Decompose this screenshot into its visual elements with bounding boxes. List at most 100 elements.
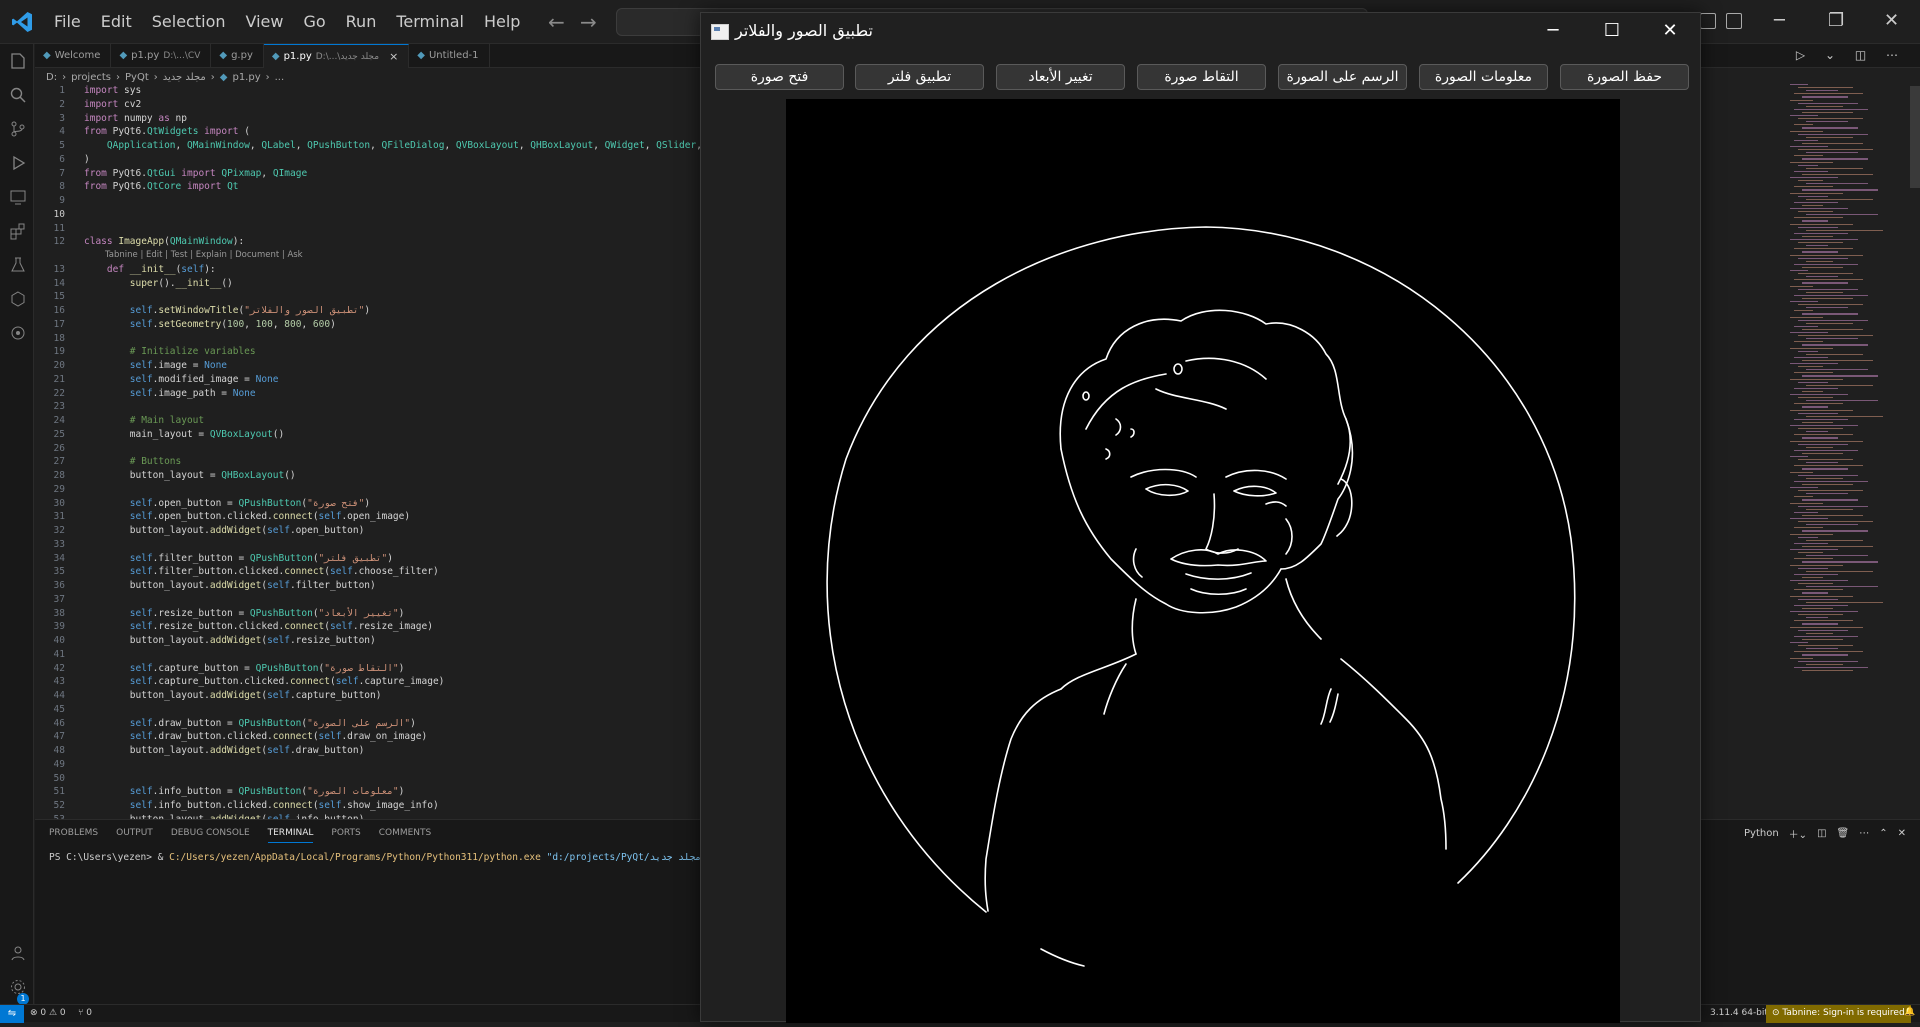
code-line[interactable]: 37 bbox=[35, 593, 700, 607]
code-line[interactable]: 5 QApplication, QMainWindow, QLabel, QPu… bbox=[35, 139, 700, 153]
code-line[interactable]: 8 from PyQt6.QtCore import Qt bbox=[35, 180, 700, 194]
run-debug-icon[interactable] bbox=[9, 154, 27, 172]
code-line[interactable]: 52 self.info_button.clicked.connect(self… bbox=[35, 799, 700, 813]
qt-minimize-icon[interactable]: ─ bbox=[1524, 13, 1582, 51]
code-line[interactable]: 11 bbox=[35, 222, 700, 236]
capture-image-button[interactable]: التقاط صورة bbox=[1137, 64, 1266, 90]
qt-close-icon[interactable]: ✕ bbox=[1641, 13, 1699, 51]
menu-selection[interactable]: Selection bbox=[142, 7, 236, 37]
panel-tab-comments[interactable]: COMMENTS bbox=[379, 828, 432, 843]
remote-indicator-icon[interactable]: ⇋ bbox=[0, 1005, 24, 1023]
code-line[interactable]: 22 self.image_path = None bbox=[35, 387, 700, 401]
breadcrumb-item[interactable]: PyQt bbox=[125, 72, 149, 83]
python-env-icon[interactable] bbox=[9, 290, 27, 308]
tabnine-codelens[interactable]: Tabnine | Edit | Test | Explain | Docume… bbox=[105, 249, 303, 263]
vscode-minimize-icon[interactable]: ─ bbox=[1774, 10, 1785, 31]
code-line[interactable]: 20 self.image = None bbox=[35, 359, 700, 373]
code-line[interactable]: 15 bbox=[35, 290, 700, 304]
code-line[interactable]: 39 self.resize_button.clicked.connect(se… bbox=[35, 620, 700, 634]
minimap[interactable] bbox=[1790, 84, 1908, 684]
code-line[interactable]: 28 button_layout = QHBoxLayout() bbox=[35, 469, 700, 483]
code-line[interactable]: 51 self.info_button = QPushButton("معلوم… bbox=[35, 785, 700, 799]
breadcrumb-item[interactable]: p1.py bbox=[232, 72, 260, 83]
open-image-button[interactable]: فتح صورة bbox=[715, 64, 844, 90]
code-line[interactable]: 18 bbox=[35, 332, 700, 346]
code-line[interactable]: 48 button_layout.addWidget(self.draw_but… bbox=[35, 744, 700, 758]
code-line[interactable]: 42 self.capture_button = QPushButton("ال… bbox=[35, 662, 700, 676]
code-editor[interactable]: 1 import sys 2 import cv2 3 import numpy as n… bbox=[35, 84, 700, 819]
code-line[interactable]: 40 button_layout.addWidget(self.resize_b… bbox=[35, 634, 700, 648]
copilot-icon[interactable] bbox=[9, 324, 27, 342]
code-line[interactable]: 34 self.filter_button = QPushButton("تطب… bbox=[35, 552, 700, 566]
code-line[interactable]: 6) bbox=[35, 153, 700, 167]
code-line[interactable]: 33 bbox=[35, 538, 700, 552]
terminal-output[interactable]: PS C:\Users\yezen> & C:/Users/yezen/AppD… bbox=[49, 852, 741, 863]
terminal-shell-label[interactable]: Python bbox=[1744, 828, 1779, 839]
menu-file[interactable]: File bbox=[44, 7, 91, 37]
code-line[interactable]: 17 self.setGeometry(100, 100, 800, 600) bbox=[35, 318, 700, 332]
code-line[interactable]: 13 def __init__(self): bbox=[35, 263, 700, 277]
breadcrumb-item[interactable]: projects bbox=[71, 72, 111, 83]
code-line[interactable]: 16 self.setWindowTitle("تطبيق الصور والف… bbox=[35, 304, 700, 318]
code-line[interactable]: 46 self.draw_button = QPushButton("الرسم… bbox=[35, 717, 700, 731]
code-line[interactable]: 31 self.open_button.clicked.connect(self… bbox=[35, 510, 700, 524]
code-line[interactable]: 3 import numpy as np bbox=[35, 112, 700, 126]
breadcrumb-item[interactable]: ... bbox=[275, 72, 285, 83]
code-line[interactable]: 10 bbox=[35, 208, 700, 222]
status-python-version[interactable]: 3.11.4 64-bit bbox=[1710, 1008, 1768, 1018]
qt-maximize-icon[interactable]: ☐ bbox=[1583, 13, 1641, 51]
menu-edit[interactable]: Edit bbox=[91, 7, 142, 37]
editor-tab[interactable]: ◆ Untitled-1 bbox=[409, 44, 490, 68]
status-tabnine[interactable]: ⊙ Tabnine: Sign-in is required bbox=[1766, 1005, 1911, 1023]
code-line[interactable]: 44 button_layout.addWidget(self.capture_… bbox=[35, 689, 700, 703]
search-icon[interactable] bbox=[9, 86, 27, 104]
code-line[interactable]: 50 bbox=[35, 772, 700, 786]
code-line[interactable]: 43 self.capture_button.clicked.connect(s… bbox=[35, 675, 700, 689]
run-python-file-icon[interactable]: ▷ ⌄ ◫ ⋯ bbox=[1796, 48, 1906, 62]
code-line[interactable]: 25 main_layout = QVBoxLayout() bbox=[35, 428, 700, 442]
code-line[interactable]: 36 button_layout.addWidget(self.filter_b… bbox=[35, 579, 700, 593]
code-line[interactable]: 29 bbox=[35, 483, 700, 497]
menu-view[interactable]: View bbox=[236, 7, 294, 37]
code-line[interactable]: 41 bbox=[35, 648, 700, 662]
breadcrumb-item[interactable]: D: bbox=[46, 72, 57, 83]
code-line[interactable]: 1 import sys bbox=[35, 84, 700, 98]
toggle-sidebar-icon[interactable] bbox=[1700, 13, 1716, 29]
code-line[interactable]: 4 from PyQt6.QtWidgets import ( bbox=[35, 125, 700, 139]
notifications-bell-icon[interactable]: 🔔 bbox=[1904, 1007, 1915, 1017]
image-info-button[interactable]: معلومات الصورة bbox=[1419, 64, 1548, 90]
status-problems[interactable]: ⊗ 0 ⚠ 0 bbox=[30, 1008, 66, 1018]
code-line[interactable]: 19 # Initialize variables bbox=[35, 345, 700, 359]
explorer-icon[interactable] bbox=[9, 52, 27, 70]
save-image-button[interactable]: حفظ الصورة bbox=[1560, 64, 1689, 90]
remote-explorer-icon[interactable] bbox=[9, 188, 27, 206]
code-line[interactable]: 45 bbox=[35, 703, 700, 717]
split-terminal-icon[interactable]: ◫ bbox=[1817, 828, 1826, 839]
code-line[interactable]: 49 bbox=[35, 758, 700, 772]
code-line[interactable]: 47 self.draw_button.clicked.connect(self… bbox=[35, 730, 700, 744]
vscode-restore-icon[interactable]: ❐ bbox=[1828, 10, 1844, 31]
extensions-icon[interactable] bbox=[9, 222, 27, 240]
code-line[interactable]: 7 from PyQt6.QtGui import QPixmap, QImage bbox=[35, 167, 700, 181]
menu-go[interactable]: Go bbox=[293, 7, 335, 37]
settings-gear-icon[interactable] bbox=[9, 978, 27, 996]
panel-tab-problems[interactable]: PROBLEMS bbox=[49, 828, 98, 843]
panel-tab-ports[interactable]: PORTS bbox=[331, 828, 360, 843]
nav-forward-arrow-icon[interactable]: → bbox=[580, 10, 597, 34]
menu-terminal[interactable]: Terminal bbox=[386, 7, 474, 37]
code-line[interactable]: 30 self.open_button = QPushButton("فتح ص… bbox=[35, 497, 700, 511]
tab-close-icon[interactable]: × bbox=[389, 45, 398, 69]
status-ports[interactable]: ⑂ 0 bbox=[78, 1008, 92, 1018]
new-terminal-icon[interactable]: ＋⌄ bbox=[1789, 826, 1807, 841]
apply-filter-button[interactable]: تطبيق فلتر bbox=[855, 64, 984, 90]
editor-tab[interactable]: ◆ p1.py D:\...\CV bbox=[111, 44, 212, 68]
panel-tab-output[interactable]: OUTPUT bbox=[116, 828, 153, 843]
code-line[interactable]: 14 super().__init__() bbox=[35, 277, 700, 291]
code-line[interactable]: 32 button_layout.addWidget(self.open_but… bbox=[35, 524, 700, 538]
code-line[interactable]: 27 # Buttons bbox=[35, 455, 700, 469]
code-line[interactable]: 26 bbox=[35, 442, 700, 456]
menu-help[interactable]: Help bbox=[474, 7, 530, 37]
account-icon[interactable] bbox=[9, 944, 27, 962]
editor-scrollbar[interactable] bbox=[1910, 86, 1920, 188]
menu-run[interactable]: Run bbox=[336, 7, 387, 37]
